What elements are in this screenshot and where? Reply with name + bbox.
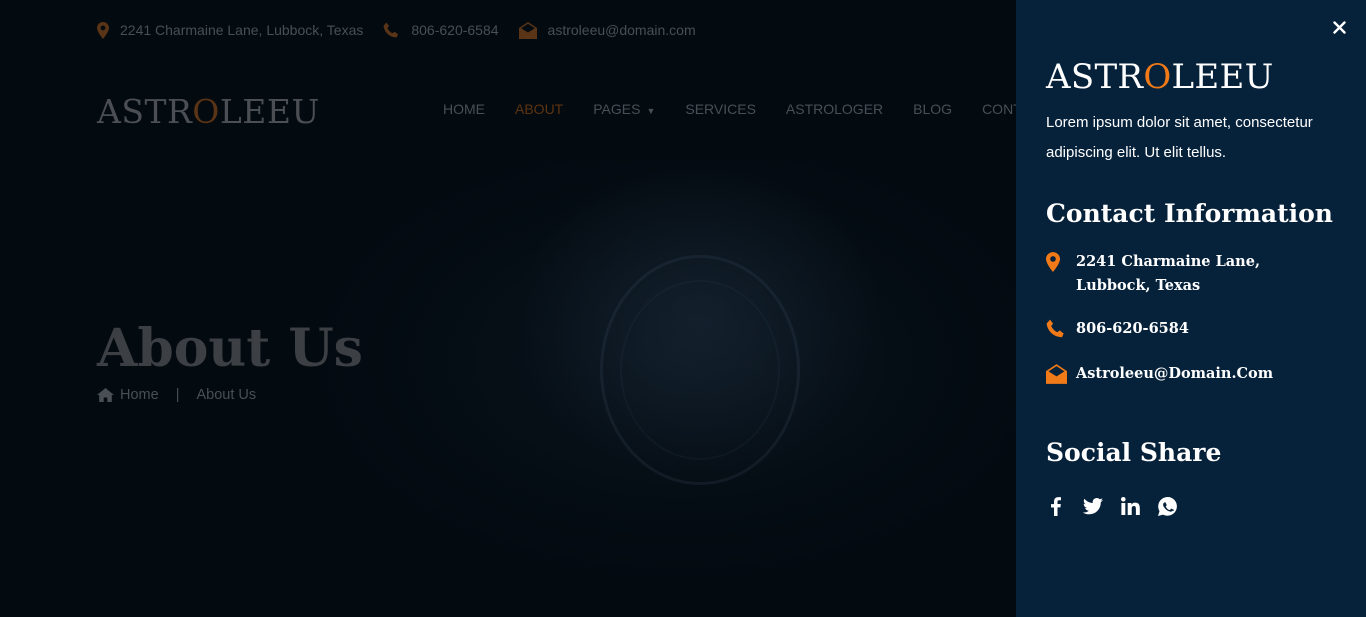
social-links <box>1046 496 1177 516</box>
envelope-open-icon <box>518 21 537 39</box>
contact-phone-text: 806-620-6584 <box>1076 320 1189 337</box>
site-logo[interactable]: ASTROLEEU <box>97 92 320 131</box>
topbar-email-text: astroleeu@domain.com <box>547 22 696 38</box>
social-heading: Social Share <box>1046 438 1222 467</box>
panel-logo-o: O <box>1143 57 1172 97</box>
contact-heading: Contact Information <box>1046 199 1333 228</box>
close-button[interactable] <box>1330 18 1348 36</box>
facebook-icon[interactable] <box>1046 496 1066 516</box>
nav-blog[interactable]: BLOG <box>913 101 952 117</box>
top-bar: 2241 Charmaine Lane, Lubbock, Texas 806-… <box>97 19 716 41</box>
close-icon <box>1332 20 1346 34</box>
logo-prefix: ASTR <box>97 92 193 131</box>
home-icon <box>97 388 114 402</box>
topbar-phone-text: 806-620-6584 <box>411 22 499 38</box>
breadcrumb: Home | About Us <box>97 387 256 403</box>
panel-logo-suffix: LEEU <box>1171 57 1274 97</box>
logo-suffix: LEEU <box>219 92 320 131</box>
nav-pages[interactable]: PAGES ▼ <box>593 101 655 117</box>
hero-decoration-inner <box>620 280 780 460</box>
panel-logo-prefix: ASTR <box>1046 57 1144 97</box>
location-pin-icon <box>97 21 109 39</box>
contact-address-text: 2241 Charmaine Lane, Lubbock, Texas <box>1076 253 1260 294</box>
nav-about[interactable]: ABOUT <box>515 101 563 117</box>
twitter-icon[interactable] <box>1083 496 1103 516</box>
contact-phone[interactable]: 806-620-6584 <box>1046 317 1316 341</box>
location-pin-icon <box>1046 250 1076 272</box>
contact-email-text: Astroleeu@Domain.Com <box>1076 365 1274 382</box>
topbar-email[interactable]: astroleeu@domain.com <box>518 21 696 39</box>
breadcrumb-current: About Us <box>196 387 257 403</box>
page-title: About Us <box>97 318 363 379</box>
linkedin-icon[interactable] <box>1120 496 1140 516</box>
breadcrumb-separator: | <box>175 387 180 403</box>
phone-icon <box>383 22 400 39</box>
phone-icon <box>1046 317 1076 339</box>
breadcrumb-home[interactable]: Home <box>120 387 159 403</box>
panel-logo[interactable]: ASTROLEEU <box>1046 57 1274 97</box>
panel-description: Lorem ipsum dolor sit amet, consectetur … <box>1046 114 1313 161</box>
main-nav: HOME ABOUT PAGES ▼ SERVICES ASTROLOGER BL… <box>443 101 1030 117</box>
nav-services[interactable]: SERVICES <box>685 101 756 117</box>
caret-down-icon: ▼ <box>646 106 656 116</box>
envelope-open-icon <box>1046 362 1076 384</box>
contact-email[interactable]: Astroleeu@Domain.Com <box>1046 362 1316 386</box>
nav-home[interactable]: HOME <box>443 101 485 117</box>
topbar-address-text: 2241 Charmaine Lane, Lubbock, Texas <box>120 22 364 38</box>
nav-astrologer[interactable]: ASTROLOGER <box>786 101 883 117</box>
contact-address: 2241 Charmaine Lane, Lubbock, Texas <box>1046 250 1316 298</box>
logo-o: O <box>192 92 220 131</box>
whatsapp-icon[interactable] <box>1157 496 1177 516</box>
nav-pages-label: PAGES <box>593 101 641 117</box>
topbar-phone[interactable]: 806-620-6584 <box>383 22 499 39</box>
topbar-address: 2241 Charmaine Lane, Lubbock, Texas <box>97 21 364 39</box>
